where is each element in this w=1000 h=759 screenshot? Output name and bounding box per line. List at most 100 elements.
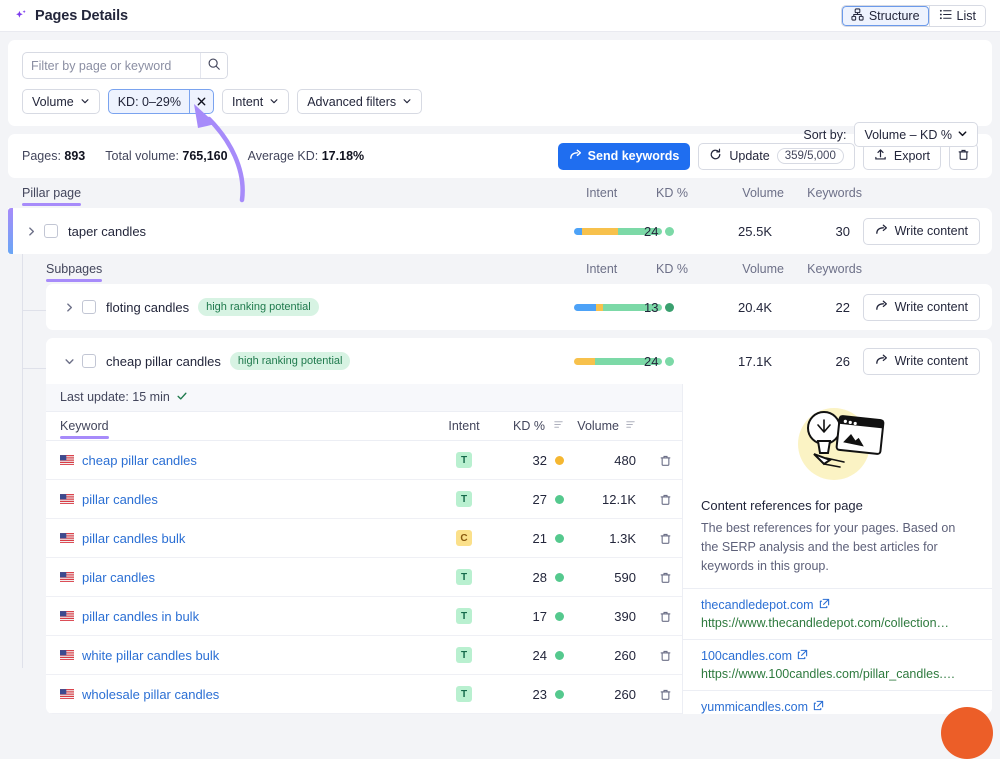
keyword-volume-value: 390 [564, 609, 636, 624]
filter-chips: Volume KD: 0–29% Intent Advanced filters [22, 89, 978, 114]
keyword-link[interactable]: pillar candles in bulk [82, 609, 199, 624]
subpage-row-metrics: 13 20.4K 22 Write content [574, 294, 980, 321]
subpage-row-expanded[interactable]: cheap pillar candles high ranking potent… [46, 338, 992, 384]
pillar-row-checkbox[interactable] [44, 224, 58, 238]
send-keywords-button[interactable]: Send keywords [558, 143, 691, 170]
expand-subpage-chevron-right-icon[interactable] [60, 302, 78, 313]
intent-badge: T [456, 569, 472, 585]
reference-item[interactable]: 100candles.comhttps://www.100candles.com… [683, 639, 992, 690]
subpages-column-header: Subpages Intent KD % Volume Keywords [46, 254, 992, 284]
subpage-row[interactable]: floting candles high ranking potential 1… [46, 284, 992, 330]
pillar-action-cell: Write content [850, 218, 980, 245]
keyword-row[interactable]: wholesale pillar candlesT23260 [46, 675, 682, 714]
stat-kd-label: Average KD: [248, 149, 319, 163]
top-bar: Pages Details Structure List [0, 0, 1000, 32]
tab-list[interactable]: List [930, 6, 985, 26]
keyword-link[interactable]: pillar candles [82, 492, 158, 507]
keyword-row[interactable]: white pillar candles bulkT24260 [46, 636, 682, 675]
keyword-kd-cell: 23 [490, 687, 564, 702]
collapse-subpage-chevron-down-icon[interactable] [60, 356, 78, 367]
reference-items-container: thecandledepot.com https://www.thecandled… [683, 588, 992, 714]
pages-tree: Pillar page Intent KD % Volume Keywords … [8, 178, 992, 714]
delete-keyword-button[interactable] [636, 649, 672, 662]
keyword-intent-cell: T [438, 647, 490, 663]
reference-item[interactable]: thecandledepot.com https://www.thecandled… [683, 588, 992, 639]
sort-icon [625, 419, 636, 433]
tree-connector [22, 319, 46, 369]
keyword-volume-value: 480 [564, 453, 636, 468]
reference-url: https://www.thecandledepot.com/collectio… [701, 616, 974, 630]
intent-badge: T [456, 647, 472, 663]
header-volume: Volume [712, 262, 784, 276]
write-content-label: Write content [895, 300, 968, 314]
reference-domain[interactable]: 100candles.com [701, 649, 974, 663]
subpage-keywords-value: 22 [772, 300, 850, 315]
keyword-row[interactable]: pillar candles in bulk T 17 390 [46, 597, 682, 636]
us-flag-icon [60, 572, 82, 582]
chevron-down-icon [957, 128, 968, 142]
keyword-kd-cell: 32 [490, 453, 564, 468]
keyword-link[interactable]: wholesale pillar candles [82, 687, 219, 702]
filter-chip-kd[interactable]: KD: 0–29% [108, 89, 214, 114]
delete-keyword-button[interactable] [636, 532, 672, 545]
keyword-kd-value: 24 [533, 648, 547, 663]
delete-keyword-button[interactable] [636, 571, 672, 584]
sort-select[interactable]: Volume – KD % [854, 122, 978, 147]
subpage-row-checkbox[interactable] [82, 300, 96, 314]
delete-keyword-button[interactable] [636, 454, 672, 467]
keyword-link[interactable]: pilar candles [82, 570, 155, 585]
pillar-page-label: Pillar page [22, 186, 81, 200]
keyword-row[interactable]: pilar candlesT28590 [46, 558, 682, 597]
search-button[interactable] [200, 53, 227, 78]
sort-control: Sort by: Volume – KD % [803, 122, 978, 147]
write-content-button[interactable]: Write content [863, 294, 980, 321]
write-content-button[interactable]: Write content [863, 218, 980, 245]
reference-domain[interactable]: yummicandles.com [701, 700, 974, 714]
filter-chip-volume[interactable]: Volume [22, 89, 100, 114]
last-update-bar: Last update: 15 min [46, 384, 682, 412]
keyword-volume-value: 12.1K [564, 492, 636, 507]
keyword-link[interactable]: cheap pillar candles [82, 453, 197, 468]
subpage-row-checkbox[interactable] [82, 354, 96, 368]
filter-chip-kd-label: KD: 0–29% [118, 95, 183, 109]
help-floating-button[interactable] [941, 707, 993, 759]
tab-structure[interactable]: Structure [842, 6, 929, 26]
expand-pillar-chevron-right-icon[interactable] [22, 226, 40, 237]
keyword-row[interactable]: cheap pillar candlesT32480 [46, 441, 682, 480]
keyword-kd-cell: 21 [490, 531, 564, 546]
kd-status-dot [555, 573, 564, 582]
keyword-link[interactable]: pillar candles bulk [82, 531, 185, 546]
last-update-label: Last update: 15 min [60, 390, 170, 404]
pillar-row[interactable]: taper candles 24 25.5K 30 [8, 208, 992, 254]
delete-keyword-button[interactable] [636, 688, 672, 701]
search-box [22, 52, 228, 79]
keyword-intent-cell: T [438, 608, 490, 624]
title-group: Pages Details [14, 8, 128, 24]
keyword-header-kd[interactable]: KD % [490, 419, 564, 433]
keyword-link[interactable]: white pillar candles bulk [82, 648, 219, 663]
reference-item[interactable]: yummicandles.com [683, 690, 992, 714]
filter-chip-intent[interactable]: Intent [222, 89, 289, 114]
keyword-header-volume[interactable]: Volume [564, 419, 636, 433]
keyword-kd-value: 17 [533, 609, 547, 624]
keyword-row[interactable]: pillar candles bulkC211.3K [46, 519, 682, 558]
write-content-label: Write content [895, 224, 968, 238]
reference-domain[interactable]: thecandledepot.com [701, 598, 974, 612]
delete-keyword-button[interactable] [636, 493, 672, 506]
references-subtitle: The best references for your pages. Base… [683, 513, 992, 588]
keyword-row[interactable]: pillar candlesT2712.1K [46, 480, 682, 519]
sort-icon [553, 419, 564, 433]
write-content-button[interactable]: Write content [863, 348, 980, 375]
keyword-detail-panel: Last update: 15 min Keyword Intent KD % [46, 384, 992, 714]
remove-kd-filter-button[interactable] [189, 90, 213, 113]
header-keywords: Keywords [784, 186, 862, 200]
pillar-intent-cell [574, 228, 644, 235]
delete-keyword-button[interactable] [636, 610, 672, 623]
filter-chip-advanced[interactable]: Advanced filters [297, 89, 422, 114]
page-title: Pages Details [35, 8, 128, 24]
us-flag-icon [60, 689, 82, 699]
kd-status-dot [555, 651, 564, 660]
header-intent: Intent [586, 186, 656, 200]
search-input[interactable] [23, 53, 200, 78]
export-label: Export [894, 149, 930, 163]
